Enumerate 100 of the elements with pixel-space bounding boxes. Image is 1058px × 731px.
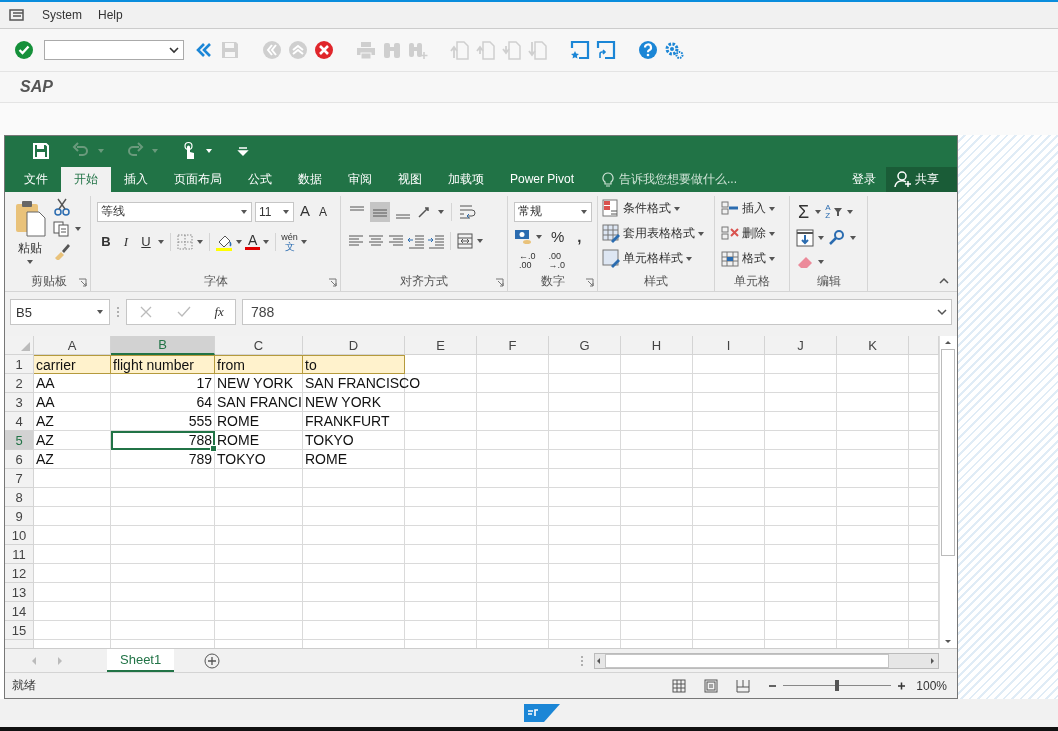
empty-cell[interactable]	[477, 621, 549, 641]
empty-cell[interactable]	[693, 564, 765, 584]
vertical-scrollbar[interactable]	[939, 336, 956, 649]
empty-cell[interactable]	[477, 602, 549, 622]
caret-icon[interactable]	[817, 234, 825, 241]
empty-cell[interactable]	[693, 621, 765, 641]
empty-cell[interactable]	[549, 507, 621, 527]
empty-cell[interactable]	[477, 545, 549, 565]
empty-cell[interactable]	[405, 469, 477, 489]
insert-function-button[interactable]: fx	[214, 304, 224, 321]
row-header[interactable]: 5	[5, 431, 34, 451]
empty-cell[interactable]	[303, 564, 405, 584]
row-header[interactable]: 1	[5, 355, 34, 375]
italic-button[interactable]: I	[117, 233, 135, 250]
column-header[interactable]: F	[477, 336, 549, 356]
menu-item[interactable]: System	[42, 8, 82, 22]
caret-icon[interactable]	[476, 237, 484, 244]
empty-cell[interactable]	[111, 621, 215, 641]
empty-cell[interactable]	[765, 507, 837, 527]
ribbon-tab[interactable]: 数据	[285, 166, 335, 192]
zoom-in-icon[interactable]	[897, 681, 907, 690]
sign-in-link[interactable]: 登录	[852, 166, 886, 192]
column-header[interactable]	[909, 336, 939, 356]
menu-icon[interactable]	[8, 6, 26, 24]
cells-menu-button[interactable]: 插入	[721, 197, 783, 220]
empty-cell[interactable]	[477, 507, 549, 527]
empty-cell[interactable]	[621, 412, 693, 432]
empty-cell[interactable]	[477, 564, 549, 584]
empty-cell[interactable]	[477, 355, 549, 375]
empty-cell[interactable]	[693, 355, 765, 375]
sort-filter-button[interactable]: A Z	[825, 204, 831, 221]
column-header[interactable]: K	[837, 336, 909, 356]
style-menu-button[interactable]: 套用表格格式	[602, 222, 712, 245]
normal-view-icon[interactable]	[672, 678, 687, 693]
empty-cell[interactable]	[303, 488, 405, 508]
row-header[interactable]: 8	[5, 488, 34, 508]
ribbon-tab[interactable]: 公式	[235, 166, 285, 192]
row-header[interactable]: 3	[5, 393, 34, 413]
fill-down-icon[interactable]	[796, 228, 814, 247]
empty-cell[interactable]	[477, 393, 549, 413]
empty-cell[interactable]	[215, 621, 303, 641]
underline-button[interactable]: U	[137, 234, 155, 250]
table-cell[interactable]: ROME	[303, 451, 349, 468]
column-header[interactable]: E	[405, 336, 477, 356]
empty-cell[interactable]	[549, 412, 621, 432]
empty-cell[interactable]	[111, 564, 215, 584]
empty-cell[interactable]	[215, 488, 303, 508]
command-field[interactable]	[44, 40, 184, 60]
next-sheet-icon[interactable]	[57, 655, 63, 666]
empty-cell[interactable]	[477, 374, 549, 394]
empty-cell[interactable]	[837, 507, 909, 527]
row-header[interactable]: 2	[5, 374, 34, 394]
increase-font-button[interactable]: A	[297, 202, 313, 222]
empty-cell[interactable]	[693, 526, 765, 546]
save-icon[interactable]	[31, 141, 51, 162]
column-header[interactable]: A	[34, 336, 111, 356]
font-name-dropdown[interactable]: 等线	[97, 201, 252, 222]
empty-cell[interactable]	[837, 469, 909, 489]
empty-cell[interactable]	[549, 526, 621, 546]
decrease-font-button[interactable]: A	[316, 204, 331, 219]
empty-cell[interactable]	[765, 602, 837, 622]
empty-cell[interactable]	[303, 621, 405, 641]
tell-me-search[interactable]: 告诉我您想要做什么...	[587, 166, 738, 192]
caret-icon[interactable]	[535, 233, 543, 240]
empty-cell[interactable]	[405, 526, 477, 546]
empty-cell[interactable]	[549, 488, 621, 508]
empty-cell[interactable]	[303, 602, 405, 622]
caret-icon[interactable]	[849, 234, 857, 241]
empty-cell[interactable]	[215, 602, 303, 622]
empty-cell[interactable]	[837, 545, 909, 565]
empty-cell[interactable]	[477, 431, 549, 451]
collapse-ribbon-icon[interactable]	[939, 276, 949, 285]
column-header[interactable]: B	[111, 336, 215, 356]
row-header[interactable]: 12	[5, 564, 34, 584]
search-icon[interactable]	[828, 228, 846, 247]
column-header[interactable]: G	[549, 336, 621, 356]
empty-cell[interactable]	[405, 621, 477, 641]
empty-cell[interactable]	[693, 393, 765, 413]
empty-cell[interactable]	[765, 450, 837, 470]
row-header[interactable]: 6	[5, 450, 34, 470]
empty-cell[interactable]	[621, 526, 693, 546]
empty-cell[interactable]	[621, 488, 693, 508]
align-middle-icon[interactable]	[370, 201, 390, 222]
empty-cell[interactable]	[621, 393, 693, 413]
empty-cell[interactable]	[215, 545, 303, 565]
phonetic-guide-button[interactable]: wén 文	[281, 231, 298, 252]
autosum-button[interactable]: Σ	[796, 201, 812, 223]
sheet-tab[interactable]: Sheet1	[107, 648, 175, 672]
empty-cell[interactable]	[405, 488, 477, 508]
row-header[interactable]: 9	[5, 507, 34, 527]
empty-cell[interactable]	[215, 526, 303, 546]
table-cell[interactable]: TOKYO	[215, 451, 268, 468]
caret-icon[interactable]	[814, 209, 823, 216]
font-color-button[interactable]: A	[245, 233, 261, 250]
empty-cell[interactable]	[837, 564, 909, 584]
empty-cell[interactable]	[621, 583, 693, 603]
column-header[interactable]: J	[765, 336, 837, 356]
dialog-launcher-icon[interactable]	[495, 277, 504, 287]
ribbon-tab[interactable]: 审阅	[335, 166, 385, 192]
empty-cell[interactable]	[621, 355, 693, 375]
